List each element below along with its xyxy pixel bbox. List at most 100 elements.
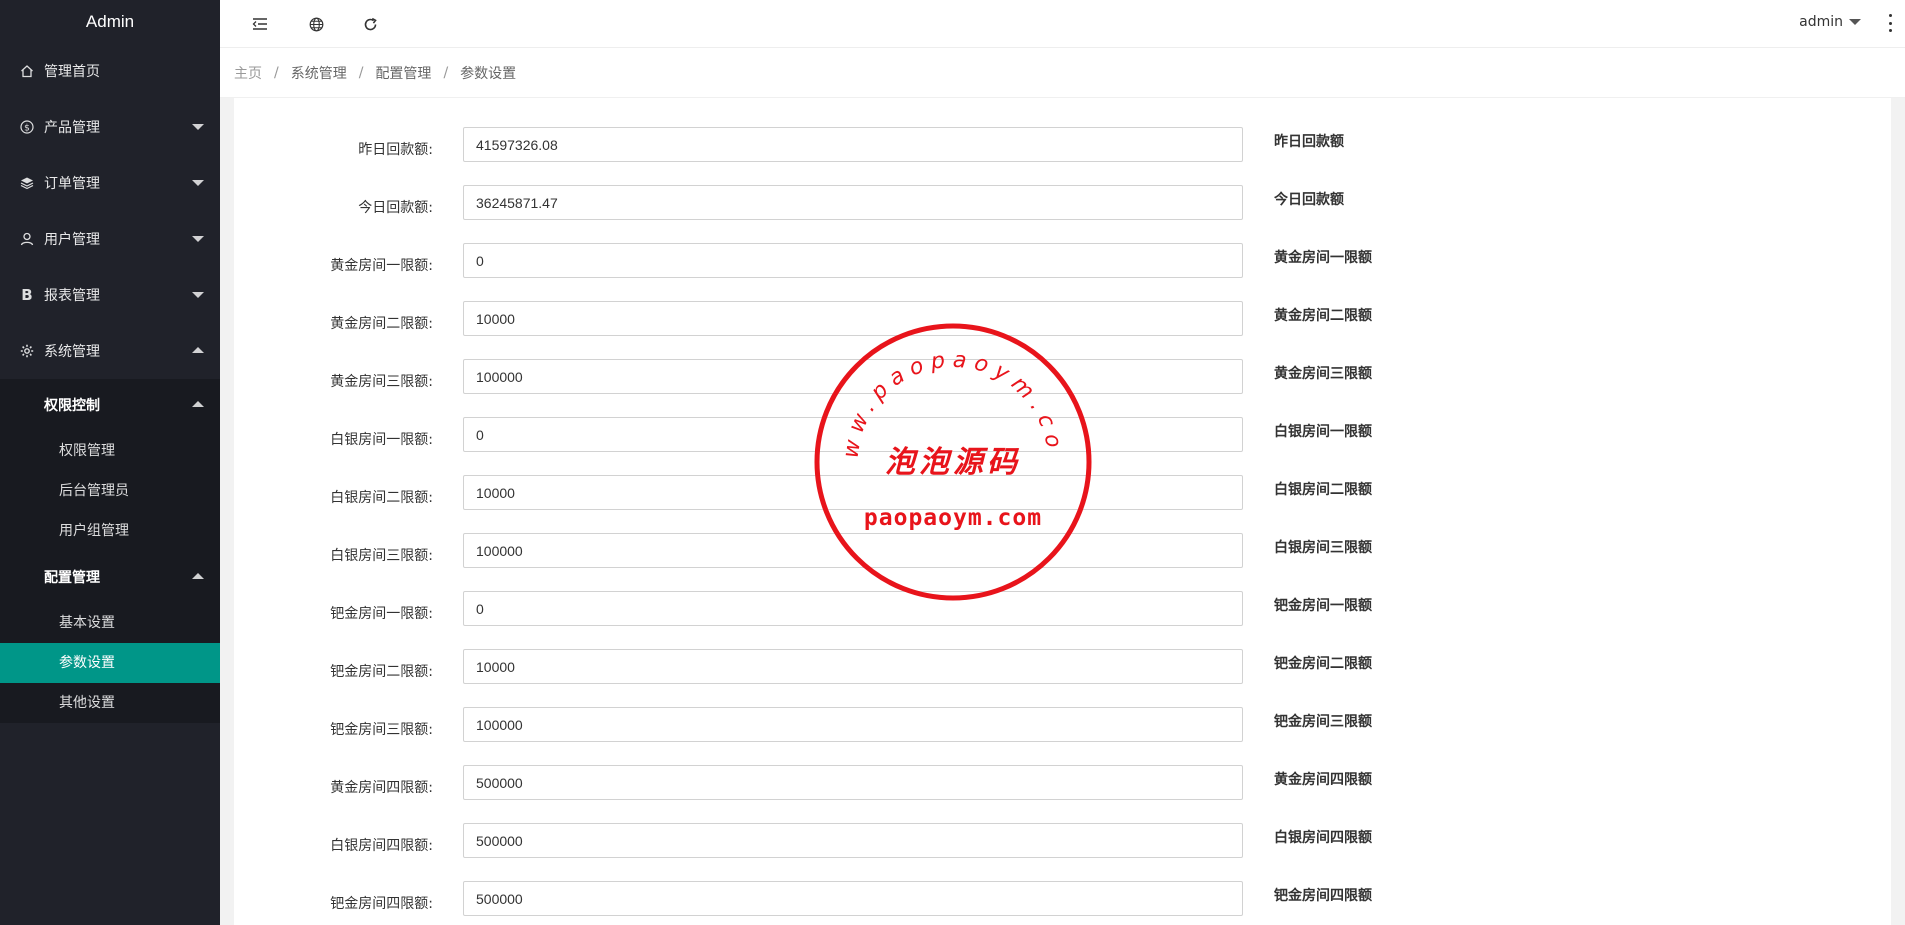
home-icon — [20, 64, 34, 78]
field-hint: 昨日回款额 — [1274, 134, 1344, 150]
palladium-room-4-limit-input[interactable] — [463, 881, 1243, 916]
field-hint: 黄金房间二限额 — [1274, 308, 1372, 324]
sidebar: Admin 管理首页 $ 产品管理 订单管理 用户管理 B 报表管理 系统管理 … — [0, 0, 220, 925]
chevron-down-icon — [192, 124, 204, 130]
silver-room-4-limit-input[interactable] — [463, 823, 1243, 858]
silver-room-2-limit-input[interactable] — [463, 475, 1243, 510]
form-row-silver-room-4: 白银房间四限额: 白银房间四限额 — [234, 823, 1891, 881]
form-row-palladium-room-1: 钯金房间一限额: 钯金房间一限额 — [234, 591, 1891, 649]
chevron-up-icon — [192, 401, 204, 407]
form-row-gold-room-4: 黄金房间四限额: 黄金房间四限额 — [234, 765, 1891, 823]
gold-room-2-limit-input[interactable] — [463, 301, 1243, 336]
field-label: 今日回款额: — [358, 200, 433, 216]
field-hint: 钯金房间一限额 — [1274, 598, 1372, 614]
svg-text:$: $ — [24, 124, 30, 134]
form-row-palladium-room-2: 钯金房间二限额: 钯金房间二限额 — [234, 649, 1891, 707]
form-row-gold-room-3: 黄金房间三限额: 黄金房间三限额 — [234, 359, 1891, 417]
palladium-room-3-limit-input[interactable] — [463, 707, 1243, 742]
sidebar-item-admins[interactable]: 后台管理员 — [0, 471, 220, 511]
sidebar-item-products[interactable]: $ 产品管理 — [0, 99, 220, 155]
sidebar-item-label: 报表管理 — [44, 288, 100, 304]
form-row-palladium-room-3: 钯金房间三限额: 钯金房间三限额 — [234, 707, 1891, 765]
gold-room-4-limit-input[interactable] — [463, 765, 1243, 800]
silver-room-3-limit-input[interactable] — [463, 533, 1243, 568]
breadcrumb-current: 参数设置 — [460, 65, 517, 82]
app-logo[interactable]: Admin — [0, 0, 220, 43]
field-label: 黄金房间四限额: — [330, 780, 433, 796]
breadcrumb-separator: / — [358, 64, 364, 81]
gold-room-1-limit-input[interactable] — [463, 243, 1243, 278]
system-submenu: 权限控制 权限管理 后台管理员 用户组管理 配置管理 基本设置 参数设置 其他设… — [0, 379, 220, 723]
form-row-silver-room-3: 白银房间三限额: 白银房间三限额 — [234, 533, 1891, 591]
form-row-silver-room-2: 白银房间二限额: 白银房间二限额 — [234, 475, 1891, 533]
sidebar-item-users[interactable]: 用户管理 — [0, 211, 220, 267]
today-payment-input[interactable] — [463, 185, 1243, 220]
field-hint: 白银房间二限额 — [1274, 482, 1372, 498]
sidebar-item-label: 系统管理 — [44, 344, 100, 360]
breadcrumb-system[interactable]: 系统管理 — [291, 63, 347, 83]
field-hint: 白银房间四限额 — [1274, 830, 1372, 846]
sidebar-group-permissions[interactable]: 权限控制 — [0, 379, 220, 431]
user-icon — [20, 232, 34, 246]
sidebar-item-system[interactable]: 系统管理 — [0, 323, 220, 379]
sidebar-item-orders[interactable]: 订单管理 — [0, 155, 220, 211]
sidebar-item-other-settings[interactable]: 其他设置 — [0, 683, 220, 723]
gear-icon — [20, 344, 34, 358]
field-label: 钯金房间二限额: — [330, 664, 433, 680]
layers-icon — [20, 176, 34, 190]
field-hint: 黄金房间四限额 — [1274, 772, 1372, 788]
field-label: 黄金房间二限额: — [330, 316, 433, 332]
palladium-room-2-limit-input[interactable] — [463, 649, 1243, 684]
field-hint: 黄金房间一限额 — [1274, 250, 1372, 266]
sidebar-item-basic-settings[interactable]: 基本设置 — [0, 603, 220, 643]
palladium-room-1-limit-input[interactable] — [463, 591, 1243, 626]
form-row-gold-room-1: 黄金房间一限额: 黄金房间一限额 — [234, 243, 1891, 301]
field-hint: 黄金房间三限额 — [1274, 366, 1372, 382]
sidebar-item-permission-manage[interactable]: 权限管理 — [0, 431, 220, 471]
chevron-up-icon — [192, 573, 204, 579]
field-hint: 今日回款额 — [1274, 192, 1344, 208]
form-row-today-payment: 今日回款额: 今日回款额 — [234, 185, 1891, 243]
main-content: 昨日回款额: 昨日回款额 今日回款额: 今日回款额 黄金房间一限额: 黄金房间一… — [220, 98, 1905, 925]
breadcrumb-separator: / — [443, 64, 449, 81]
settings-form: 昨日回款额: 昨日回款额 今日回款额: 今日回款额 黄金房间一限额: 黄金房间一… — [234, 98, 1891, 925]
sidebar-item-label: 用户管理 — [44, 232, 100, 248]
caret-down-icon — [1849, 19, 1861, 25]
form-row-gold-room-2: 黄金房间二限额: 黄金房间二限额 — [234, 301, 1891, 359]
sidebar-item-label: 产品管理 — [44, 120, 100, 136]
chevron-down-icon — [192, 180, 204, 186]
chevron-up-icon — [192, 347, 204, 353]
yesterday-payment-input[interactable] — [463, 127, 1243, 162]
more-vertical-icon[interactable] — [1887, 14, 1893, 32]
field-label: 白银房间二限额: — [330, 490, 433, 506]
breadcrumb-home[interactable]: 主页 — [234, 63, 262, 83]
form-row-palladium-room-4: 钯金房间四限额: 钯金房间四限额 — [234, 881, 1891, 925]
field-label: 黄金房间三限额: — [330, 374, 433, 390]
globe-icon[interactable] — [304, 12, 328, 36]
sidebar-group-config[interactable]: 配置管理 — [0, 551, 220, 603]
gold-room-3-limit-input[interactable] — [463, 359, 1243, 394]
field-hint: 白银房间一限额 — [1274, 424, 1372, 440]
field-label: 钯金房间一限额: — [330, 606, 433, 622]
refresh-icon[interactable] — [358, 12, 382, 36]
sidebar-item-reports[interactable]: B 报表管理 — [0, 267, 220, 323]
breadcrumb-config[interactable]: 配置管理 — [375, 63, 431, 83]
sidebar-item-parameter-settings[interactable]: 参数设置 — [0, 643, 220, 683]
sidebar-group-label: 权限控制 — [44, 398, 100, 414]
sidebar-item-user-groups[interactable]: 用户组管理 — [0, 511, 220, 551]
user-menu[interactable]: admin — [1799, 14, 1861, 30]
chevron-down-icon — [192, 236, 204, 242]
form-row-silver-room-1: 白银房间一限额: 白银房间一限额 — [234, 417, 1891, 475]
menu-fold-icon[interactable] — [248, 12, 272, 36]
field-label: 黄金房间一限额: — [330, 258, 433, 274]
field-hint: 钯金房间二限额 — [1274, 656, 1372, 672]
field-label: 白银房间三限额: — [330, 548, 433, 564]
top-header: admin — [220, 0, 1905, 48]
field-hint: 白银房间三限额 — [1274, 540, 1372, 556]
sidebar-item-home[interactable]: 管理首页 — [0, 43, 220, 99]
sidebar-item-label: 管理首页 — [44, 64, 100, 80]
field-hint: 钯金房间三限额 — [1274, 714, 1372, 730]
username: admin — [1799, 14, 1843, 30]
breadcrumb: 主页 / 系统管理 / 配置管理 / 参数设置 — [220, 48, 1905, 98]
silver-room-1-limit-input[interactable] — [463, 417, 1243, 452]
